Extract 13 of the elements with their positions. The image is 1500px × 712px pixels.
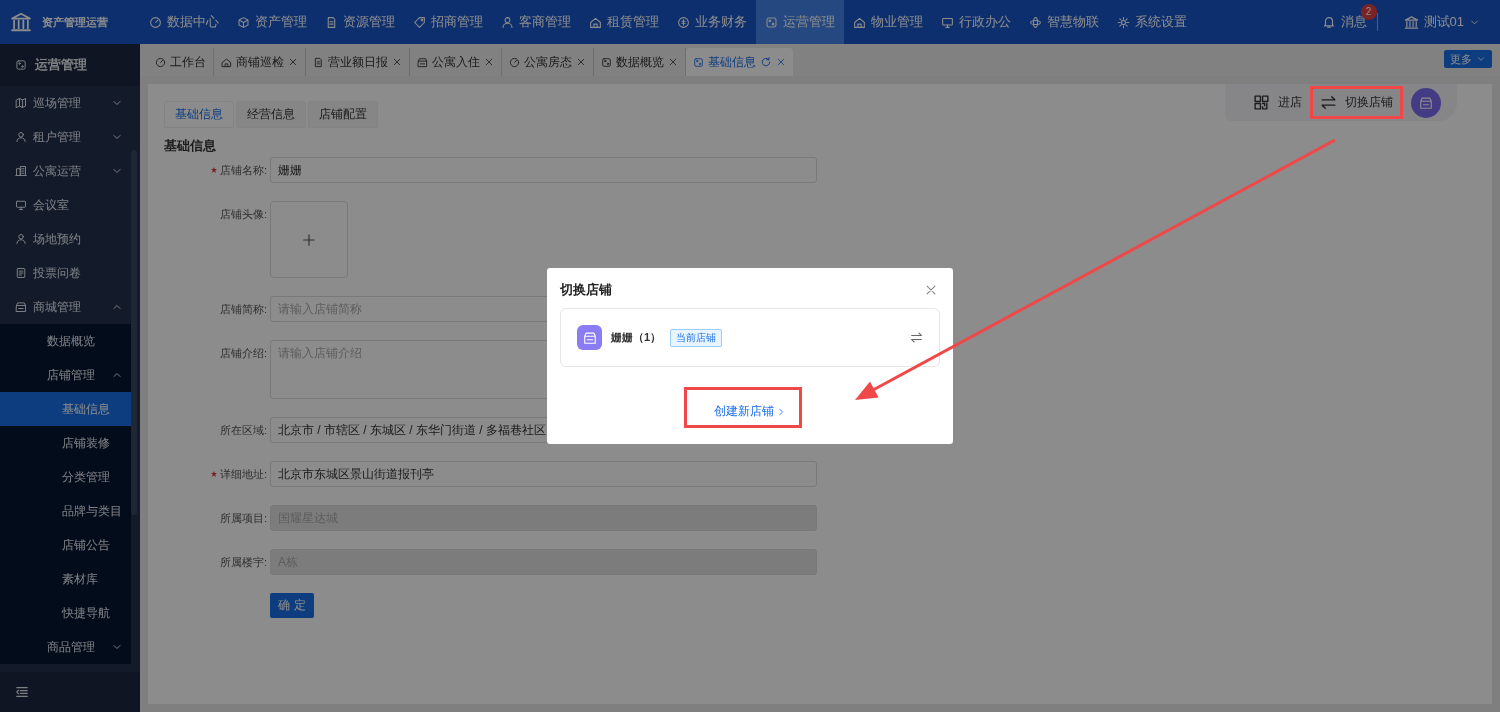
field-label: 详细地址: [219,467,267,482]
field-label: 所属楼宇: [219,555,267,570]
dialog-title: 切换店铺 [560,281,612,299]
field-label: 店铺名称: [219,163,267,178]
sidebar-title: 运营管理 [35,56,87,74]
field-label: 所属项目: [219,511,267,526]
section-title: 基础信息 [164,137,217,155]
field-label: 店铺介绍: [219,346,267,361]
app-title: 资产管理运营 [42,14,108,30]
field-label: 店铺简称: [219,302,267,317]
field-label: 所在区域: [219,423,267,438]
current-store-tag: 当前店铺 [670,328,723,347]
field-label: 店铺头像: [219,207,267,222]
